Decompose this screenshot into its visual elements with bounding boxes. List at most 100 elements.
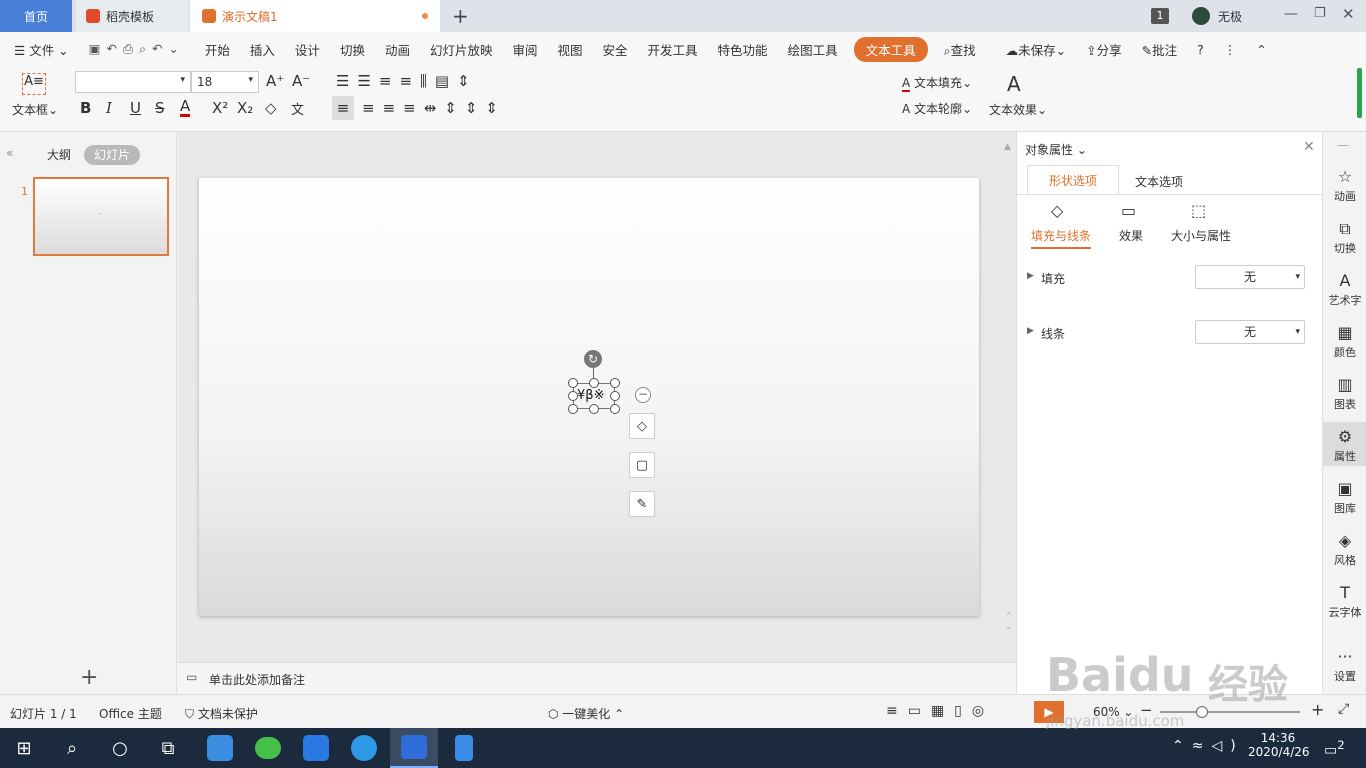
- subtab-fill-line[interactable]: 填充与线条: [1031, 227, 1092, 249]
- quick-format-brush-icon[interactable]: ✎: [629, 491, 655, 517]
- menu-drawing-tools[interactable]: 绘图工具: [778, 40, 848, 59]
- line-dropdown[interactable]: 无 ▾: [1195, 320, 1305, 344]
- bold-icon[interactable]: B: [80, 99, 91, 117]
- close-panel-icon[interactable]: ✕: [1303, 139, 1315, 155]
- quick-outline-icon[interactable]: ▢: [629, 452, 655, 478]
- italic-icon[interactable]: I: [106, 99, 112, 117]
- task-view-icon[interactable]: ⧉: [144, 728, 192, 768]
- phonetic-icon[interactable]: 文: [291, 99, 304, 118]
- sidebar-item-transition[interactable]: ⧉ 切换: [1323, 214, 1366, 258]
- search-button[interactable]: ⌕查找: [934, 40, 986, 59]
- avatar[interactable]: [1192, 7, 1210, 25]
- protect-status[interactable]: ⛉ 文档未保护: [185, 705, 258, 722]
- superscript-icon[interactable]: X²: [212, 99, 228, 117]
- subtab-size-props[interactable]: 大小与属性: [1171, 227, 1231, 244]
- clear-format-icon[interactable]: ◇: [265, 99, 277, 117]
- user-name[interactable]: 无极: [1218, 8, 1242, 25]
- sidebar-item-chart[interactable]: ▥ 图表: [1323, 370, 1366, 414]
- resize-handle-br[interactable]: [610, 404, 620, 414]
- line-expand-icon[interactable]: ▶: [1027, 326, 1034, 336]
- notes-placeholder[interactable]: 单击此处添加备注: [209, 671, 305, 688]
- text-box-content[interactable]: ¥β※: [577, 388, 604, 403]
- new-tab-plus-icon[interactable]: +: [452, 4, 469, 28]
- minimize-icon[interactable]: —: [1284, 6, 1298, 22]
- quick-access-toolbar[interactable]: ▣↶⎙⌕↶⌄: [79, 41, 195, 57]
- close-window-icon[interactable]: ✕: [1342, 5, 1355, 23]
- scroll-up-icon[interactable]: ▲: [1004, 142, 1011, 152]
- fill-line-icon[interactable]: ◇: [1051, 201, 1063, 220]
- menu-features[interactable]: 特色功能: [708, 40, 778, 59]
- slide-editor[interactable]: ↻ ¥β※ − ◇ ▢ ✎: [199, 178, 979, 616]
- unsaved-button[interactable]: ☁未保存⌄: [996, 40, 1077, 59]
- phone-app-icon[interactable]: [440, 728, 488, 768]
- tab-templates[interactable]: 稻壳模板: [76, 0, 188, 32]
- windows-start-icon[interactable]: ⊞: [0, 728, 48, 768]
- app-icon-3[interactable]: [292, 728, 340, 768]
- tab-text-options[interactable]: 文本选项: [1135, 173, 1183, 190]
- notification-icon[interactable]: ▭2: [1324, 738, 1345, 759]
- subtab-effect[interactable]: 效果: [1119, 227, 1143, 244]
- sidebar-item-cloudfont[interactable]: T 云字体: [1323, 578, 1366, 622]
- font-color-icon[interactable]: A: [180, 99, 191, 117]
- menu-design[interactable]: 设计: [285, 40, 330, 59]
- tray-icons[interactable]: ⌃≈◁): [1172, 738, 1244, 754]
- fill-expand-icon[interactable]: ▶: [1027, 271, 1034, 281]
- textbox-icon[interactable]: A≡: [22, 73, 46, 95]
- wechat-icon[interactable]: [244, 728, 292, 768]
- resize-handle-b[interactable]: [589, 404, 599, 414]
- wps-icon[interactable]: [390, 728, 438, 768]
- quick-fill-icon[interactable]: ◇: [629, 413, 655, 439]
- window-badge[interactable]: 1: [1151, 8, 1169, 24]
- app-icon-1[interactable]: [196, 728, 244, 768]
- theme-name[interactable]: Office 主题: [99, 705, 162, 722]
- strikethrough-icon[interactable]: S: [155, 99, 165, 117]
- outline-tab[interactable]: 大纲: [47, 146, 71, 163]
- comment-button[interactable]: ✎批注: [1132, 40, 1188, 59]
- menu-insert[interactable]: 插入: [240, 40, 285, 59]
- taskbar-search-icon[interactable]: ⌕: [48, 728, 96, 768]
- menu-review[interactable]: 审阅: [502, 40, 547, 59]
- collapse-panel-icon[interactable]: «: [6, 146, 13, 160]
- list-tools[interactable]: ☰☰≡≡⫼▤⇕: [336, 72, 478, 90]
- collapse-minus-icon[interactable]: −: [635, 387, 651, 403]
- menu-developer[interactable]: 开发工具: [638, 40, 708, 59]
- resize-handle-l[interactable]: [568, 391, 578, 401]
- align-left-icon[interactable]: ≡: [332, 96, 354, 120]
- sidebar-item-properties[interactable]: ⚙ 属性: [1323, 422, 1366, 466]
- collapse-ribbon-icon[interactable]: ⌃: [1246, 42, 1276, 57]
- fill-dropdown[interactable]: 无 ▾: [1195, 265, 1305, 289]
- paragraph-align-tools[interactable]: ≡≡≡⇹⇕⇕⇕: [362, 99, 506, 117]
- tab-home[interactable]: 首页: [0, 0, 72, 32]
- subscript-icon[interactable]: X₂: [237, 99, 253, 117]
- resize-handle-r[interactable]: [610, 391, 620, 401]
- zoom-slider-thumb[interactable]: [1196, 706, 1208, 718]
- share-button[interactable]: ⇪分享: [1076, 40, 1132, 59]
- text-effect-icon[interactable]: A: [1007, 72, 1021, 96]
- menu-transition[interactable]: 切换: [330, 40, 375, 59]
- restore-icon[interactable]: ❐: [1314, 6, 1326, 21]
- menu-text-tools[interactable]: 文本工具: [853, 36, 928, 62]
- tab-shape-options[interactable]: 形状选项: [1027, 165, 1119, 195]
- notes-bar[interactable]: ▭ 单击此处添加备注: [178, 662, 1016, 694]
- textbox-button[interactable]: 文本框⌄: [12, 101, 58, 118]
- file-menu[interactable]: ☰ 文件 ⌄: [0, 40, 79, 59]
- resize-handle-t[interactable]: [589, 378, 599, 388]
- browser-icon[interactable]: [340, 728, 388, 768]
- cortana-icon[interactable]: ○: [96, 728, 144, 768]
- scroll-page-icons[interactable]: ⌃ ⌄: [1005, 612, 1013, 632]
- slide-thumbnail[interactable]: -: [33, 177, 169, 256]
- font-family-select[interactable]: ▾: [75, 71, 191, 93]
- zoom-in-icon[interactable]: +: [1311, 700, 1324, 719]
- sidebar-item-color[interactable]: ▦ 颜色: [1323, 318, 1366, 362]
- beautify-button[interactable]: ⬡ 一键美化 ⌃: [548, 705, 624, 722]
- resize-handle-tr[interactable]: [610, 378, 620, 388]
- size-props-icon[interactable]: ⬚: [1191, 201, 1206, 220]
- clock[interactable]: 14:36 2020/4/26: [1248, 731, 1310, 759]
- more-icon[interactable]: ⋮: [1214, 42, 1247, 57]
- effect-icon[interactable]: ▭: [1121, 201, 1136, 220]
- resize-handle-bl[interactable]: [568, 404, 578, 414]
- menu-slideshow[interactable]: 幻灯片放映: [420, 40, 503, 59]
- shrink-font-icon[interactable]: A⁻: [292, 72, 310, 90]
- text-effect-button[interactable]: 文本效果⌄: [989, 101, 1047, 118]
- sidebar-item-settings[interactable]: ··· 设置: [1323, 642, 1366, 686]
